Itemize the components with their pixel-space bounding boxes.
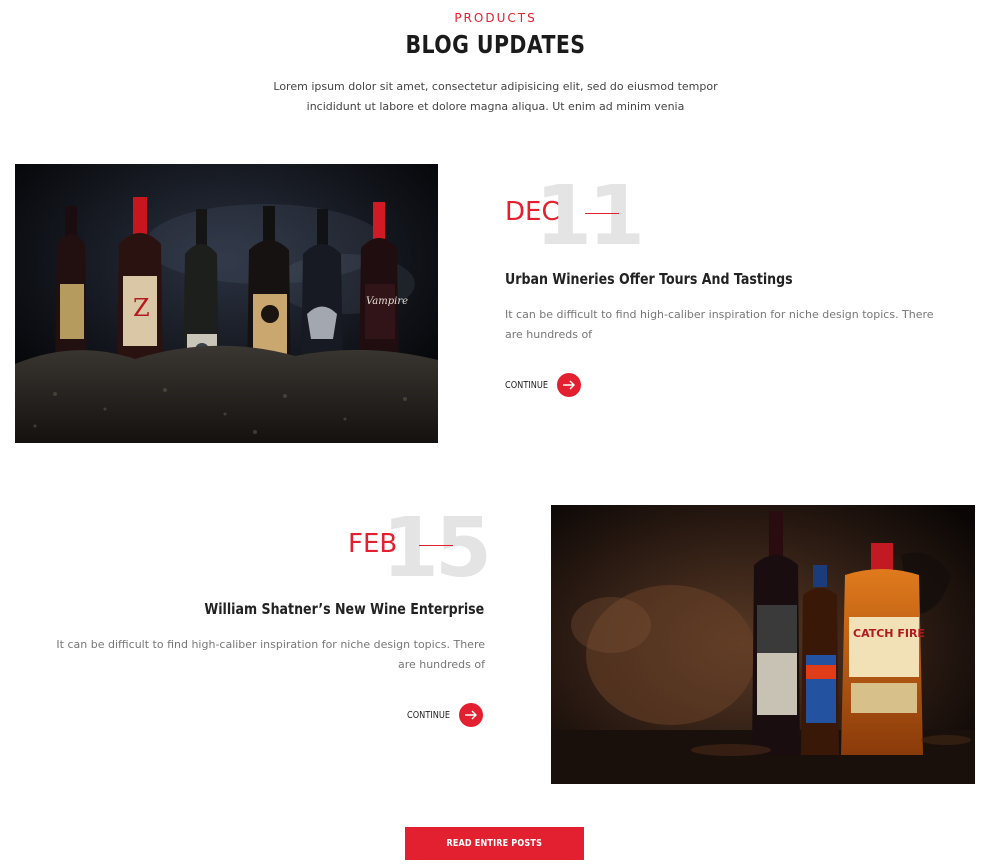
post-date-month: DEC (505, 197, 560, 227)
date-divider (585, 213, 619, 214)
post-date: 15 FEB (348, 501, 492, 596)
continue-link[interactable]: CONTINUE (505, 373, 581, 397)
post-excerpt: It can be difficult to find high-caliber… (56, 638, 485, 671)
continue-label: CONTINUE (505, 379, 549, 391)
post-date: 11 DEC (505, 172, 645, 262)
svg-text:Vampire: Vampire (366, 296, 408, 307)
post-excerpt: It can be difficult to find high-caliber… (505, 308, 934, 341)
post-title[interactable]: Urban Wineries Offer Tours And Tastings (505, 270, 793, 288)
svg-text:CATCH FIRE: CATCH FIRE (853, 627, 925, 640)
arrow-right-icon[interactable] (557, 373, 581, 397)
continue-link[interactable]: CONTINUE (407, 703, 483, 727)
svg-text:Z: Z (133, 294, 150, 322)
continue-label: CONTINUE (407, 709, 451, 721)
read-entire-posts-button[interactable]: READ ENTIRE POSTS (405, 827, 584, 860)
post-date-month: FEB (348, 529, 398, 559)
post-date-day: 15 (382, 501, 492, 596)
post-title[interactable]: William Shatner’s New Wine Enterprise (204, 600, 484, 618)
section-title: BLOG UPDATES (405, 30, 586, 59)
post-image-wine-bottles[interactable]: Z Vampire (15, 164, 438, 443)
date-divider (419, 545, 453, 546)
post-image-bottles-halloween[interactable]: CATCH FIRE (551, 505, 975, 784)
read-entire-posts-label: READ ENTIRE POSTS (446, 838, 543, 849)
arrow-right-icon[interactable] (459, 703, 483, 727)
section-eyebrow: PRODUCTS (454, 11, 537, 25)
section-intro: Lorem ipsum dolor sit amet, consectetur … (273, 80, 718, 113)
